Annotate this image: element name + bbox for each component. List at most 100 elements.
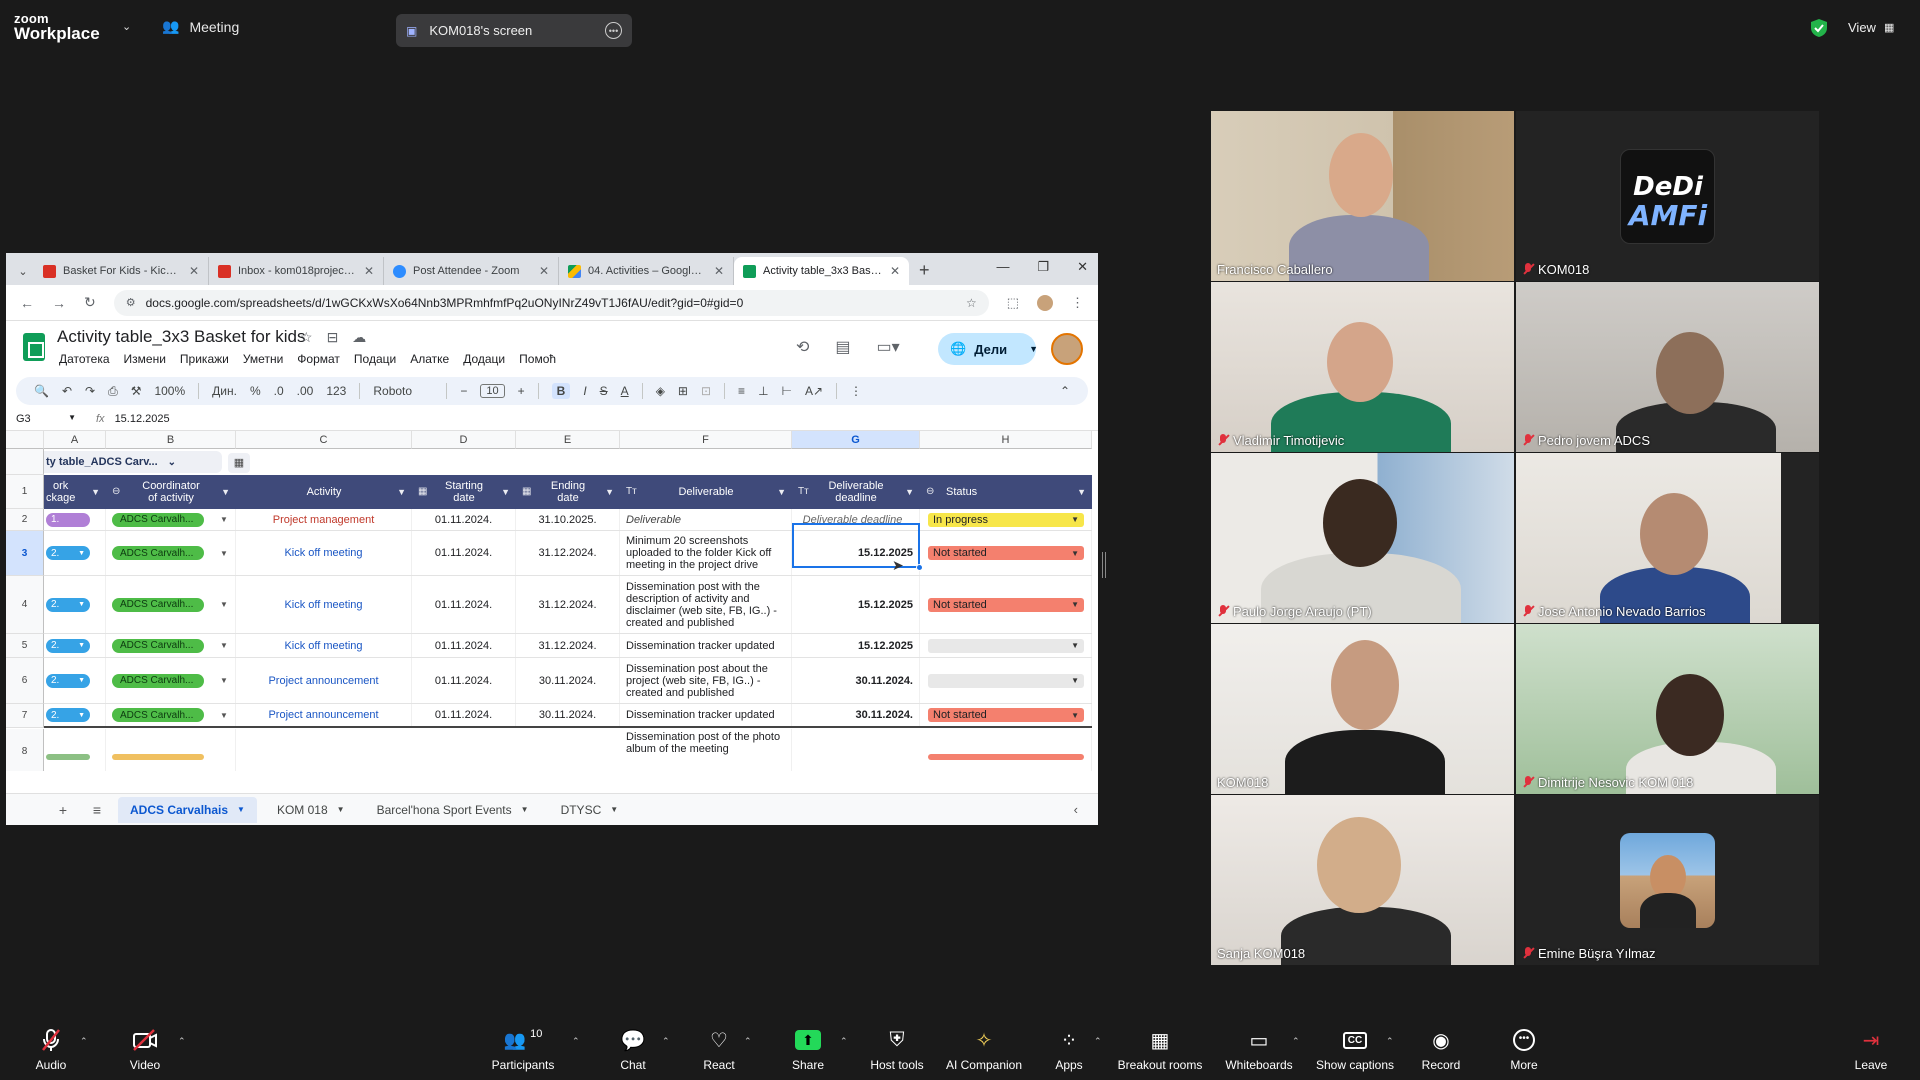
vertical-align-icon[interactable]: ⊥ (758, 384, 768, 398)
column-header-b[interactable]: B (106, 431, 236, 449)
name-box[interactable]: G3 ▼ (6, 413, 86, 425)
column-header-a[interactable]: A (44, 431, 106, 449)
print-icon[interactable]: ⎙ (108, 384, 118, 399)
cell-work-package[interactable]: 2. ▼ (44, 658, 106, 703)
video-tile[interactable]: Pedro jovem ADCS (1516, 282, 1819, 452)
encryption-shield-icon[interactable] (1810, 18, 1828, 43)
react-options-caret[interactable]: ⌃ (744, 1036, 752, 1047)
menu-edit[interactable]: Измени (124, 352, 166, 366)
close-icon[interactable]: ✕ (890, 264, 900, 278)
row-header[interactable]: 1 (6, 475, 44, 509)
close-icon[interactable]: ✕ (539, 264, 549, 278)
text-rotation-icon[interactable]: A↗ (805, 384, 823, 398)
audio-button[interactable]: Audio (6, 1028, 96, 1072)
number-format-button[interactable]: 123 (326, 384, 346, 398)
cell-coordinator[interactable] (106, 729, 236, 771)
text-color-icon[interactable]: A (621, 384, 629, 398)
menu-help[interactable]: Помоћ (519, 352, 556, 366)
host-tools-button[interactable]: ⛨ Host tools (852, 1028, 942, 1073)
status-dropdown[interactable]: In progress ▼ (928, 512, 1084, 527)
bookmark-star-icon[interactable]: ☆ (966, 296, 977, 310)
audio-options-caret[interactable]: ⌃ (80, 1036, 88, 1047)
work-package-chip[interactable]: 2. ▼ (46, 673, 90, 688)
table-row[interactable]: 1. ADCS Carvalh... ▼ Project management 0… (44, 509, 1092, 531)
chevron-down-icon[interactable]: ▼ (220, 711, 228, 720)
cell-work-package[interactable]: 2. ▼ (44, 634, 106, 657)
cell-status[interactable]: Not started ▼ (920, 531, 1092, 575)
borders-icon[interactable]: ⊞ (678, 384, 688, 398)
cell-activity[interactable]: Kick off meeting (236, 576, 412, 633)
sheets-logo-icon[interactable] (23, 333, 45, 361)
meeting-info-button[interactable]: 👥 Meeting (162, 18, 239, 35)
header-starting-date[interactable]: ▦ Starting date ▼ (412, 475, 516, 509)
all-sheets-icon[interactable]: ≡ (84, 802, 110, 818)
cell-coordinator[interactable]: ADCS Carvalh... ▼ (106, 634, 236, 657)
work-package-chip[interactable] (46, 754, 90, 760)
add-sheet-icon[interactable]: + (50, 802, 76, 818)
close-icon[interactable]: ✕ (189, 264, 199, 278)
cell-work-package[interactable] (44, 729, 106, 771)
table-name-chip[interactable]: ty table_ADCS Carv... ⌄ (44, 451, 222, 473)
decrease-decimal-button[interactable]: .0 (274, 384, 284, 398)
browser-menu-icon[interactable]: ⋮ (1071, 295, 1084, 311)
video-button[interactable]: Video (100, 1028, 190, 1072)
fill-color-icon[interactable]: ◈ (656, 384, 665, 398)
cell-deliverable[interactable]: Dissemination post of the photo album of… (620, 729, 792, 771)
cell-start-date[interactable]: 01.11.2024. (412, 509, 516, 530)
comments-icon[interactable]: ▤ (835, 337, 850, 357)
coordinator-chip[interactable]: ADCS Carvalh... (112, 597, 204, 612)
cell-end-date[interactable]: 30.11.2024. (516, 704, 620, 726)
cell-deliverable[interactable]: Dissemination tracker updated (620, 704, 792, 726)
header-deliverable-deadline[interactable]: Tт Deliverable deadline ▼ (792, 475, 920, 509)
cell-activity[interactable]: Kick off meeting (236, 634, 412, 657)
site-info-icon[interactable]: ⚙ (126, 296, 136, 309)
italic-icon[interactable]: I (583, 384, 586, 398)
ai-companion-button[interactable]: ✧ AI Companion (938, 1028, 1030, 1073)
coordinator-chip[interactable] (112, 754, 204, 760)
row-header[interactable]: 6 (6, 658, 44, 704)
back-icon[interactable]: ← (20, 295, 34, 311)
cell-start-date[interactable]: 01.11.2024. (412, 634, 516, 657)
font-select[interactable]: Roboto (373, 384, 433, 398)
column-header-c[interactable]: C (236, 431, 412, 449)
cell-work-package[interactable]: 2. ▼ (44, 531, 106, 575)
work-package-chip[interactable]: 2. ▼ (46, 546, 90, 560)
cell-activity[interactable]: Kick off meeting (236, 531, 412, 575)
cell-status[interactable]: Not started ▼ (920, 576, 1092, 633)
chevron-down-icon[interactable]: ⌄ (122, 20, 131, 33)
reload-icon[interactable]: ↻ (84, 294, 96, 311)
cloud-saved-icon[interactable]: ☁ (352, 329, 366, 346)
document-title[interactable]: Activity table_3x3 Basket for kids (57, 327, 306, 347)
captions-options-caret[interactable]: ⌃ (1386, 1036, 1394, 1047)
cell-activity[interactable]: Project announcement (236, 658, 412, 703)
chevron-down-icon[interactable]: ▼ (220, 600, 228, 609)
coordinator-chip[interactable]: ADCS Carvalh... (112, 708, 204, 722)
cell-deliverable[interactable]: Dissemination post about the project (we… (620, 658, 792, 703)
formula-input[interactable]: 15.12.2025 (115, 413, 170, 425)
increase-decimal-button[interactable]: .00 (297, 384, 314, 398)
cell-end-date[interactable]: 31.12.2024. (516, 634, 620, 657)
share-screen-button[interactable]: ⬆ Share (763, 1028, 853, 1072)
participants-options-caret[interactable]: ⌃ (572, 1036, 580, 1047)
apps-options-caret[interactable]: ⌃ (1094, 1036, 1102, 1047)
video-tile[interactable]: Francisco Caballero (1211, 111, 1514, 281)
cell-end-date[interactable]: 30.11.2024. (516, 658, 620, 703)
show-captions-button[interactable]: CC Show captions (1310, 1028, 1400, 1072)
menu-tools[interactable]: Алатке (410, 352, 449, 366)
column-header-d[interactable]: D (412, 431, 516, 449)
coordinator-chip[interactable]: ADCS Carvalh... (112, 638, 204, 653)
cell-coordinator[interactable]: ADCS Carvalh... ▼ (106, 576, 236, 633)
header-ending-date[interactable]: ▦ Ending date ▼ (516, 475, 620, 509)
work-package-chip[interactable]: 2. ▼ (46, 708, 90, 722)
tab-search-icon[interactable]: ⌄ (12, 265, 34, 278)
zoom-select[interactable]: 100% (154, 384, 185, 398)
coordinator-chip[interactable]: ADCS Carvalh... (112, 673, 204, 688)
chevron-down-icon[interactable]: ▼ (220, 515, 228, 524)
header-work-package[interactable]: ork ckage ▼ (44, 475, 106, 509)
cell-coordinator[interactable]: ADCS Carvalh... ▼ (106, 509, 236, 530)
cell-start-date[interactable]: 01.11.2024. (412, 531, 516, 575)
status-dropdown[interactable]: ▼ (928, 673, 1084, 688)
cell-deadline[interactable]: 15.12.2025 (792, 634, 920, 657)
close-icon[interactable]: ✕ (364, 264, 374, 278)
meet-icon[interactable]: ▭▾ (877, 337, 900, 357)
